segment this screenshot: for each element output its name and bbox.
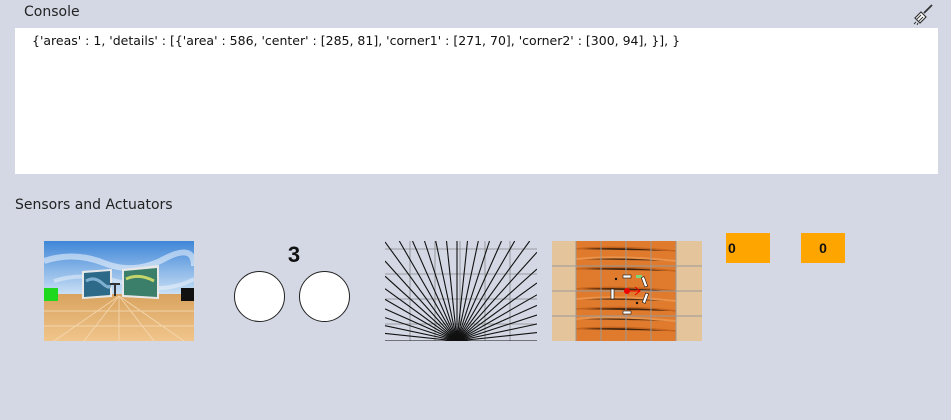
counter-value: 3 <box>287 242 301 267</box>
right-led-display: 0 <box>801 233 845 263</box>
sensors-title: Sensors and Actuators <box>15 197 173 213</box>
map-view <box>552 241 702 341</box>
left-bumper <box>234 271 285 322</box>
clear-console-button[interactable] <box>913 3 935 26</box>
console-output[interactable]: {'areas' : 1, 'details' : [{'area' : 586… <box>15 28 938 174</box>
console-line: {'areas' : 1, 'details' : [{'area' : 586… <box>32 33 681 48</box>
left-led-display: 0 <box>726 233 770 263</box>
camera-view <box>44 241 194 341</box>
right-bumper <box>299 271 350 322</box>
sonar-view <box>385 241 537 341</box>
console-title: Console <box>24 4 80 20</box>
broom-icon[interactable] <box>913 3 935 26</box>
